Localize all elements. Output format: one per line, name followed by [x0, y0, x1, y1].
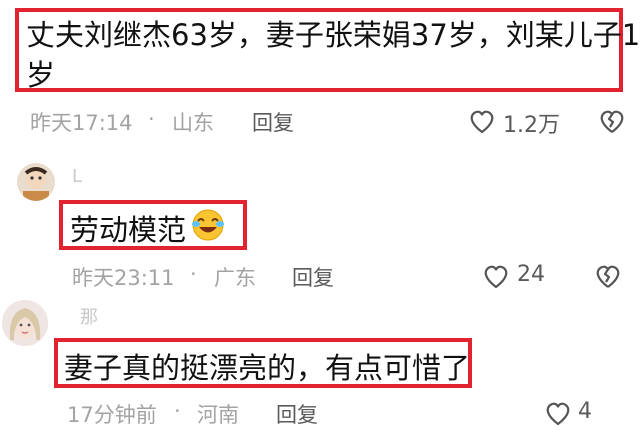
comment-1-like-count: 1.2万 — [503, 113, 560, 138]
avatar[interactable] — [17, 163, 55, 201]
comment-1: 丈夫刘继杰63岁，妻子张荣娟37岁，刘某儿子15 岁 昨天17:14 · 山东 … — [0, 0, 640, 140]
comment-3-location: 河南 — [197, 403, 239, 427]
comment-3: 那 妻子真的挺漂亮的，有点可惜了 17分钟前 · 河南 回复 4 — [0, 295, 640, 429]
comment-2-separator: · — [190, 262, 197, 286]
like-heart-icon[interactable] — [468, 108, 496, 138]
comment-2-text: 劳动模范 — [70, 213, 187, 247]
comment-2-location: 广东 — [214, 266, 256, 290]
laughing-crying-emoji-icon — [190, 208, 226, 246]
comment-1-time: 昨天17:14 — [30, 111, 133, 135]
comment-1-separator: · — [148, 107, 155, 131]
like-heart-icon[interactable] — [482, 263, 510, 293]
dislike-broken-heart-icon[interactable] — [594, 263, 622, 293]
comment-1-text-line-1: 丈夫刘继杰63岁，妻子张荣娟37岁，刘某儿子15 — [26, 18, 640, 52]
dislike-broken-heart-icon[interactable] — [598, 108, 626, 138]
username[interactable]: 那 — [80, 303, 98, 329]
comment-2: L 劳动模范 昨天23:11 · 广东 回复 24 — [0, 150, 640, 290]
comment-2-like-count: 24 — [517, 262, 545, 287]
comment-2-time: 昨天23:11 — [72, 266, 175, 290]
comment-3-text: 妻子真的挺漂亮的，有点可惜了 — [64, 351, 471, 385]
comment-3-reply-button[interactable]: 回复 — [276, 399, 318, 429]
username[interactable]: L — [72, 166, 82, 187]
avatar[interactable] — [2, 300, 48, 346]
comment-2-reply-button[interactable]: 回复 — [292, 262, 334, 292]
comment-3-like-count: 4 — [578, 399, 592, 424]
comment-1-location: 山东 — [172, 111, 214, 135]
comment-3-time: 17分钟前 — [67, 403, 157, 427]
like-heart-icon[interactable] — [544, 400, 572, 430]
comment-1-reply-button[interactable]: 回复 — [252, 107, 294, 137]
comment-3-separator: · — [174, 399, 181, 423]
comment-1-text-line-2: 岁 — [26, 58, 56, 92]
